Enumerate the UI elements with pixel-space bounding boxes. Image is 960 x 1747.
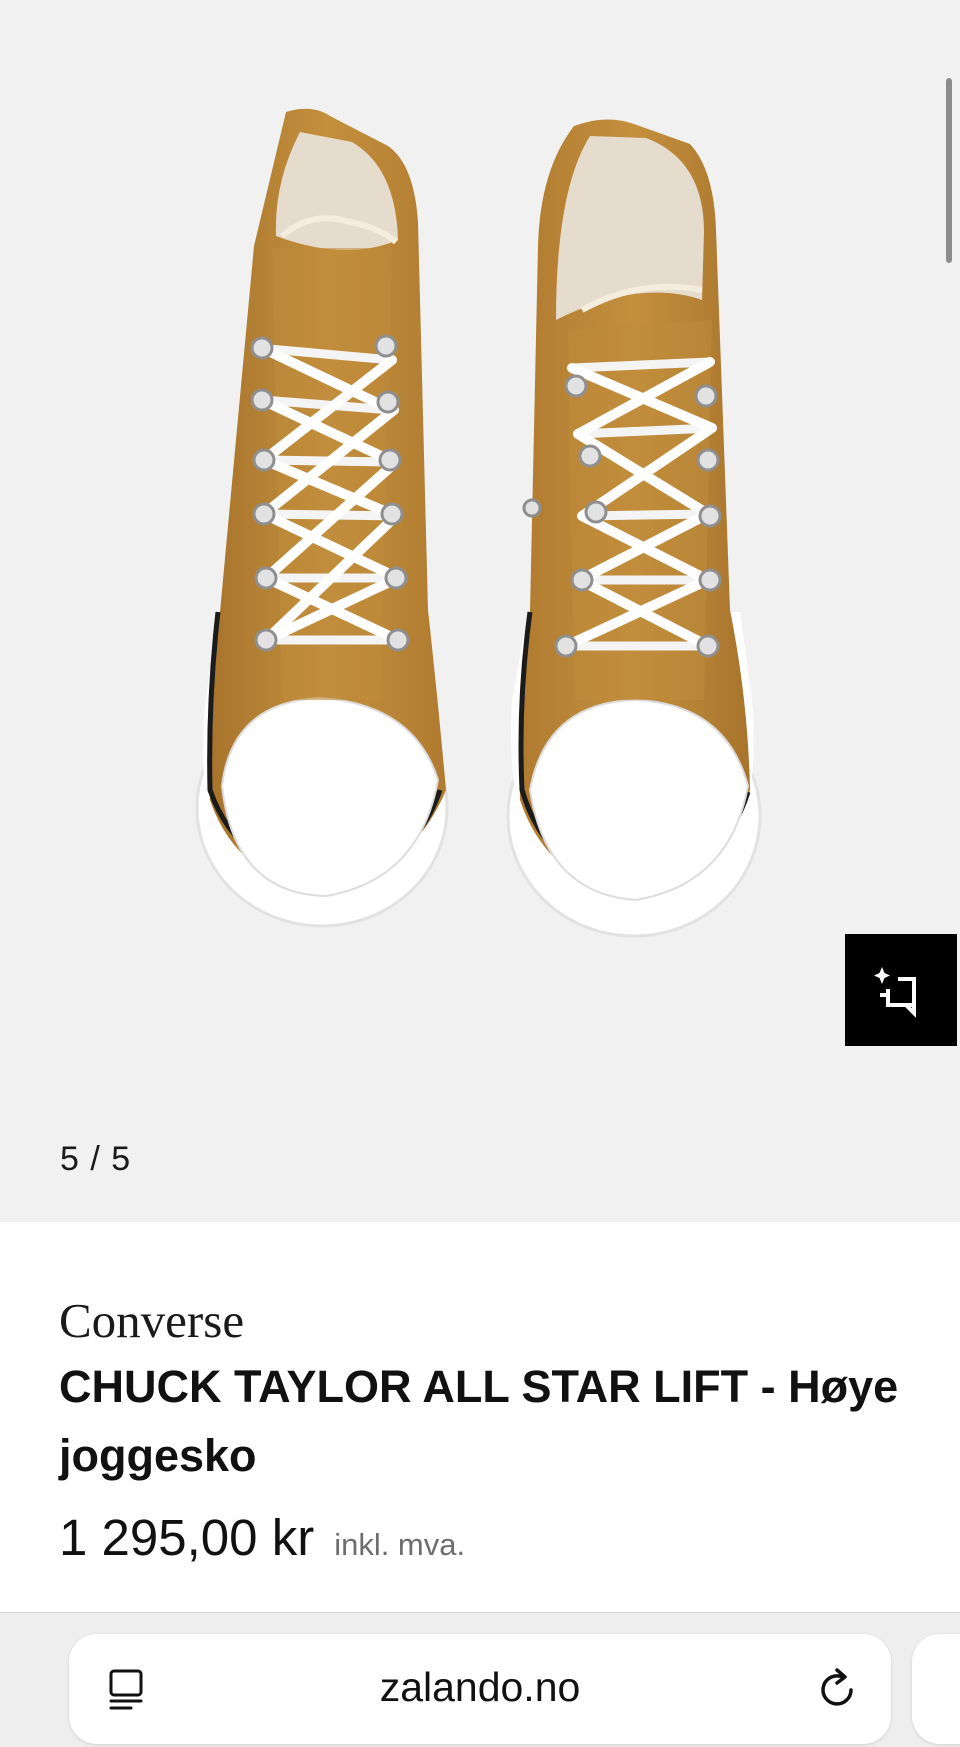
reload-icon[interactable] — [815, 1666, 861, 1712]
ai-crop-button[interactable] — [845, 934, 957, 1046]
product-info: Converse CHUCK TAYLOR ALL STAR LIFT - Hø… — [0, 1222, 960, 1612]
ai-crop-icon — [874, 967, 916, 1018]
image-counter: 5 / 5 — [60, 1140, 132, 1178]
url-text[interactable]: zalando.no — [69, 1664, 891, 1711]
browser-toolbar: zalando.no — [0, 1612, 960, 1747]
price: 1 295,00 kr — [59, 1509, 315, 1566]
right-shoe — [506, 119, 762, 938]
product-title: CHUCK TAYLOR ALL STAR LIFT - Høye jogges… — [59, 1361, 899, 1481]
brand-name[interactable]: Converse — [59, 1292, 244, 1349]
tax-note: inkl. mva. — [334, 1527, 466, 1562]
left-shoe — [195, 108, 449, 928]
address-bar[interactable]: zalando.no — [69, 1634, 891, 1744]
scroll-indicator[interactable] — [946, 78, 952, 263]
product-image[interactable] — [0, 0, 960, 1222]
product-gallery[interactable]: 5 / 5 — [0, 0, 960, 1222]
next-tab-preview[interactable] — [912, 1634, 960, 1744]
price-row: 1 295,00 kr inkl. mva. — [59, 1508, 465, 1567]
